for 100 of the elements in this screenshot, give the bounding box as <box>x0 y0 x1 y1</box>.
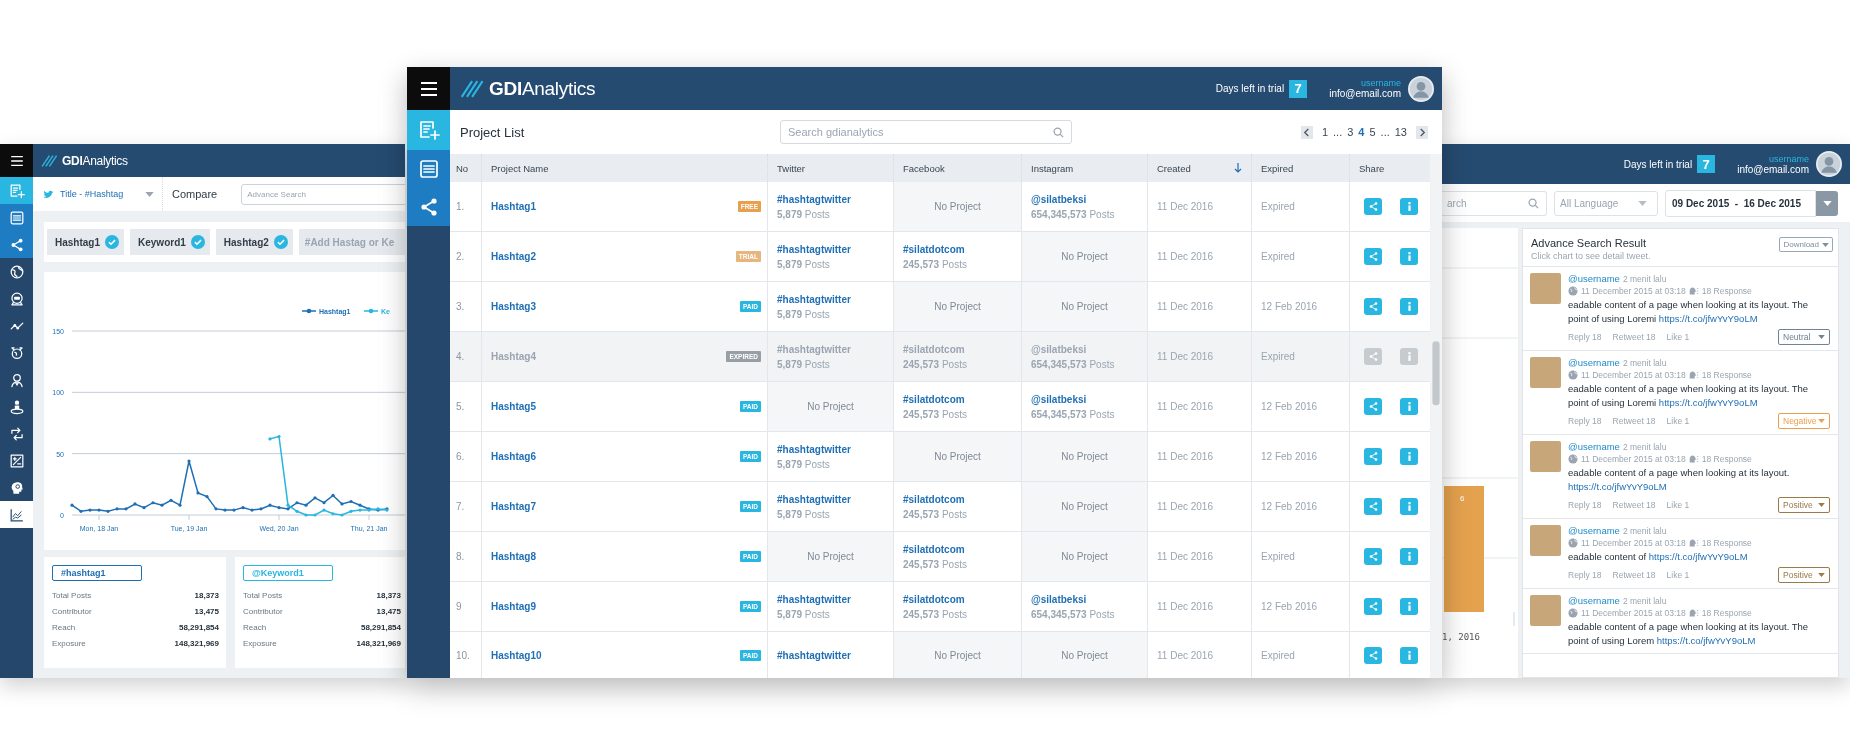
project-name-link[interactable]: Hashtag10 <box>491 649 542 661</box>
column-header[interactable]: No <box>450 154 481 182</box>
info-button[interactable] <box>1400 248 1418 265</box>
page-link[interactable]: 4 <box>1358 126 1365 138</box>
avatar-icon[interactable] <box>1408 75 1434 102</box>
previous-page-button[interactable] <box>1300 125 1313 139</box>
project-name-link[interactable]: Hashtag7 <box>491 501 536 512</box>
tag-chip[interactable]: Keyword1 <box>130 229 210 255</box>
tweet-link[interactable]: https://t.co/jfwYvY9oLM <box>1658 313 1758 324</box>
info-button[interactable] <box>1400 298 1418 315</box>
share-button[interactable] <box>1364 548 1382 565</box>
share-button[interactable] <box>1364 646 1382 664</box>
social-account-link[interactable]: #hashtagtwitter <box>777 243 884 255</box>
social-account-link[interactable]: #silatdotcom <box>903 493 1012 505</box>
share-button[interactable] <box>1364 198 1382 215</box>
tag-input[interactable]: #Add Hastag or Ke <box>298 229 405 255</box>
response-count: 18 Response <box>1701 537 1752 549</box>
project-name-link[interactable]: Hashtag2 <box>491 251 536 262</box>
project-name-link[interactable]: Hashtag3 <box>491 301 536 312</box>
column-header[interactable]: Twitter <box>767 154 893 182</box>
page-link[interactable]: 5 <box>1369 126 1376 138</box>
tweet-action-link[interactable]: Like 1 <box>1666 570 1690 580</box>
username-link[interactable]: @username <box>1568 273 1620 285</box>
sentiment-dropdown[interactable]: Positive <box>1778 567 1830 583</box>
social-account-link[interactable]: #silatdotcom <box>903 543 1012 555</box>
column-header[interactable]: Created <box>1147 154 1251 182</box>
next-page-button[interactable] <box>1416 125 1428 139</box>
social-account-link[interactable]: #hashtagtwitter <box>777 293 884 305</box>
tweet-action-link[interactable]: Like 1 <box>1666 332 1690 342</box>
sentiment-dropdown[interactable]: Positive <box>1778 497 1830 513</box>
share-button[interactable] <box>1364 398 1382 415</box>
social-account-link[interactable]: #silatdotcom <box>903 593 1012 605</box>
social-account-link[interactable]: @silatbeksi <box>1031 193 1138 205</box>
username-link[interactable]: @username <box>1568 595 1620 607</box>
page-link[interactable]: ... <box>1333 126 1343 138</box>
username-link[interactable]: username <box>1768 153 1809 164</box>
page-link[interactable]: 1 <box>1321 126 1329 138</box>
info-button[interactable] <box>1400 498 1418 515</box>
post-date: 11 December 2015 at 03:18 <box>1581 607 1686 619</box>
page-link[interactable]: ... <box>1380 126 1390 138</box>
tweet-action-link[interactable]: Like 1 <box>1666 416 1690 426</box>
username-link[interactable]: username <box>1360 78 1401 88</box>
sentiment-dropdown[interactable]: Neutral <box>1778 329 1830 345</box>
social-account-link[interactable]: #hashtagtwitter <box>777 593 884 605</box>
username-link[interactable]: @username <box>1568 357 1620 369</box>
project-name-link[interactable]: Hashtag6 <box>491 451 536 462</box>
social-account-link[interactable]: #hashtagtwitter <box>777 193 884 205</box>
page-link[interactable]: 3 <box>1347 126 1354 138</box>
avatar-icon[interactable] <box>1816 151 1842 177</box>
social-account-link[interactable]: #silatdotcom <box>903 243 1012 255</box>
date-range-field[interactable]: 09 Dec 2015 - 16 Dec 2015 <box>1665 189 1816 217</box>
tweet-link[interactable]: https://t.co/jfwYvY9oLM <box>1568 481 1667 492</box>
share-button[interactable] <box>1364 598 1382 615</box>
username-link[interactable]: @username <box>1568 525 1620 537</box>
sidebar-item[interactable] <box>407 188 450 226</box>
project-name-link[interactable]: Hashtag1 <box>491 201 536 212</box>
tag-chip[interactable]: Hashtag1 <box>47 229 124 255</box>
share-button[interactable] <box>1364 248 1382 265</box>
tweet-action-link[interactable]: Like 1 <box>1666 500 1690 510</box>
share-button[interactable] <box>1364 298 1382 315</box>
download-dropdown[interactable]: Download <box>1779 237 1833 252</box>
social-account-link[interactable]: #hashtagtwitter <box>777 649 884 661</box>
page-link[interactable]: 13 <box>1394 126 1407 138</box>
username-link[interactable]: @username <box>1568 441 1620 453</box>
info-button[interactable] <box>1400 598 1418 615</box>
info-button[interactable] <box>1400 198 1418 215</box>
social-account-link[interactable]: @silatbeksi <box>1031 393 1138 405</box>
sidebar-item[interactable] <box>0 501 33 528</box>
title-dropdown[interactable]: Title - #Hashtag <box>33 177 163 211</box>
social-account-link[interactable]: #silatdotcom <box>903 393 1012 405</box>
search-field[interactable]: arch <box>1442 190 1547 216</box>
info-button[interactable] <box>1400 448 1418 465</box>
tweet-link[interactable]: https://t.co/jfwYvY9oLM <box>1648 551 1748 562</box>
share-button[interactable] <box>1364 448 1382 465</box>
project-name-link[interactable]: Hashtag8 <box>491 551 536 562</box>
info-button[interactable] <box>1400 548 1418 565</box>
project-name-link[interactable]: Hashtag5 <box>491 401 536 412</box>
globe-icon <box>1568 454 1578 464</box>
social-account-link[interactable]: #hashtagtwitter <box>777 443 884 455</box>
menu-button[interactable] <box>0 144 33 177</box>
tweet-link[interactable]: https://t.co/jfwYvY9oLM <box>1656 635 1756 646</box>
tweet-link[interactable]: https://t.co/jfwYvY9oLM <box>1658 397 1758 408</box>
scrollbar[interactable] <box>1430 154 1442 678</box>
search-field[interactable]: Search gdianalytics <box>780 120 1072 144</box>
sidebar-item[interactable] <box>0 231 33 258</box>
social-account-link[interactable]: @silatbeksi <box>1031 593 1138 605</box>
social-account-link[interactable]: #hashtagtwitter <box>777 493 884 505</box>
column-header[interactable]: Expired <box>1251 154 1349 182</box>
caret-icon <box>1818 419 1825 423</box>
share-button[interactable] <box>1364 498 1382 515</box>
date-dropdown-button[interactable] <box>1816 190 1838 216</box>
info-button[interactable] <box>1400 646 1418 664</box>
column-header[interactable]: Instagram <box>1021 154 1147 182</box>
project-name-link[interactable]: Hashtag9 <box>491 601 536 612</box>
menu-button[interactable] <box>407 67 450 110</box>
column-header[interactable]: Project Name <box>481 154 767 182</box>
edit-square-icon <box>8 452 25 469</box>
tag-chip[interactable]: Hashtag2 <box>215 229 293 255</box>
info-button[interactable] <box>1400 398 1418 415</box>
advance-search-field[interactable]: Advance Search <box>241 183 405 205</box>
